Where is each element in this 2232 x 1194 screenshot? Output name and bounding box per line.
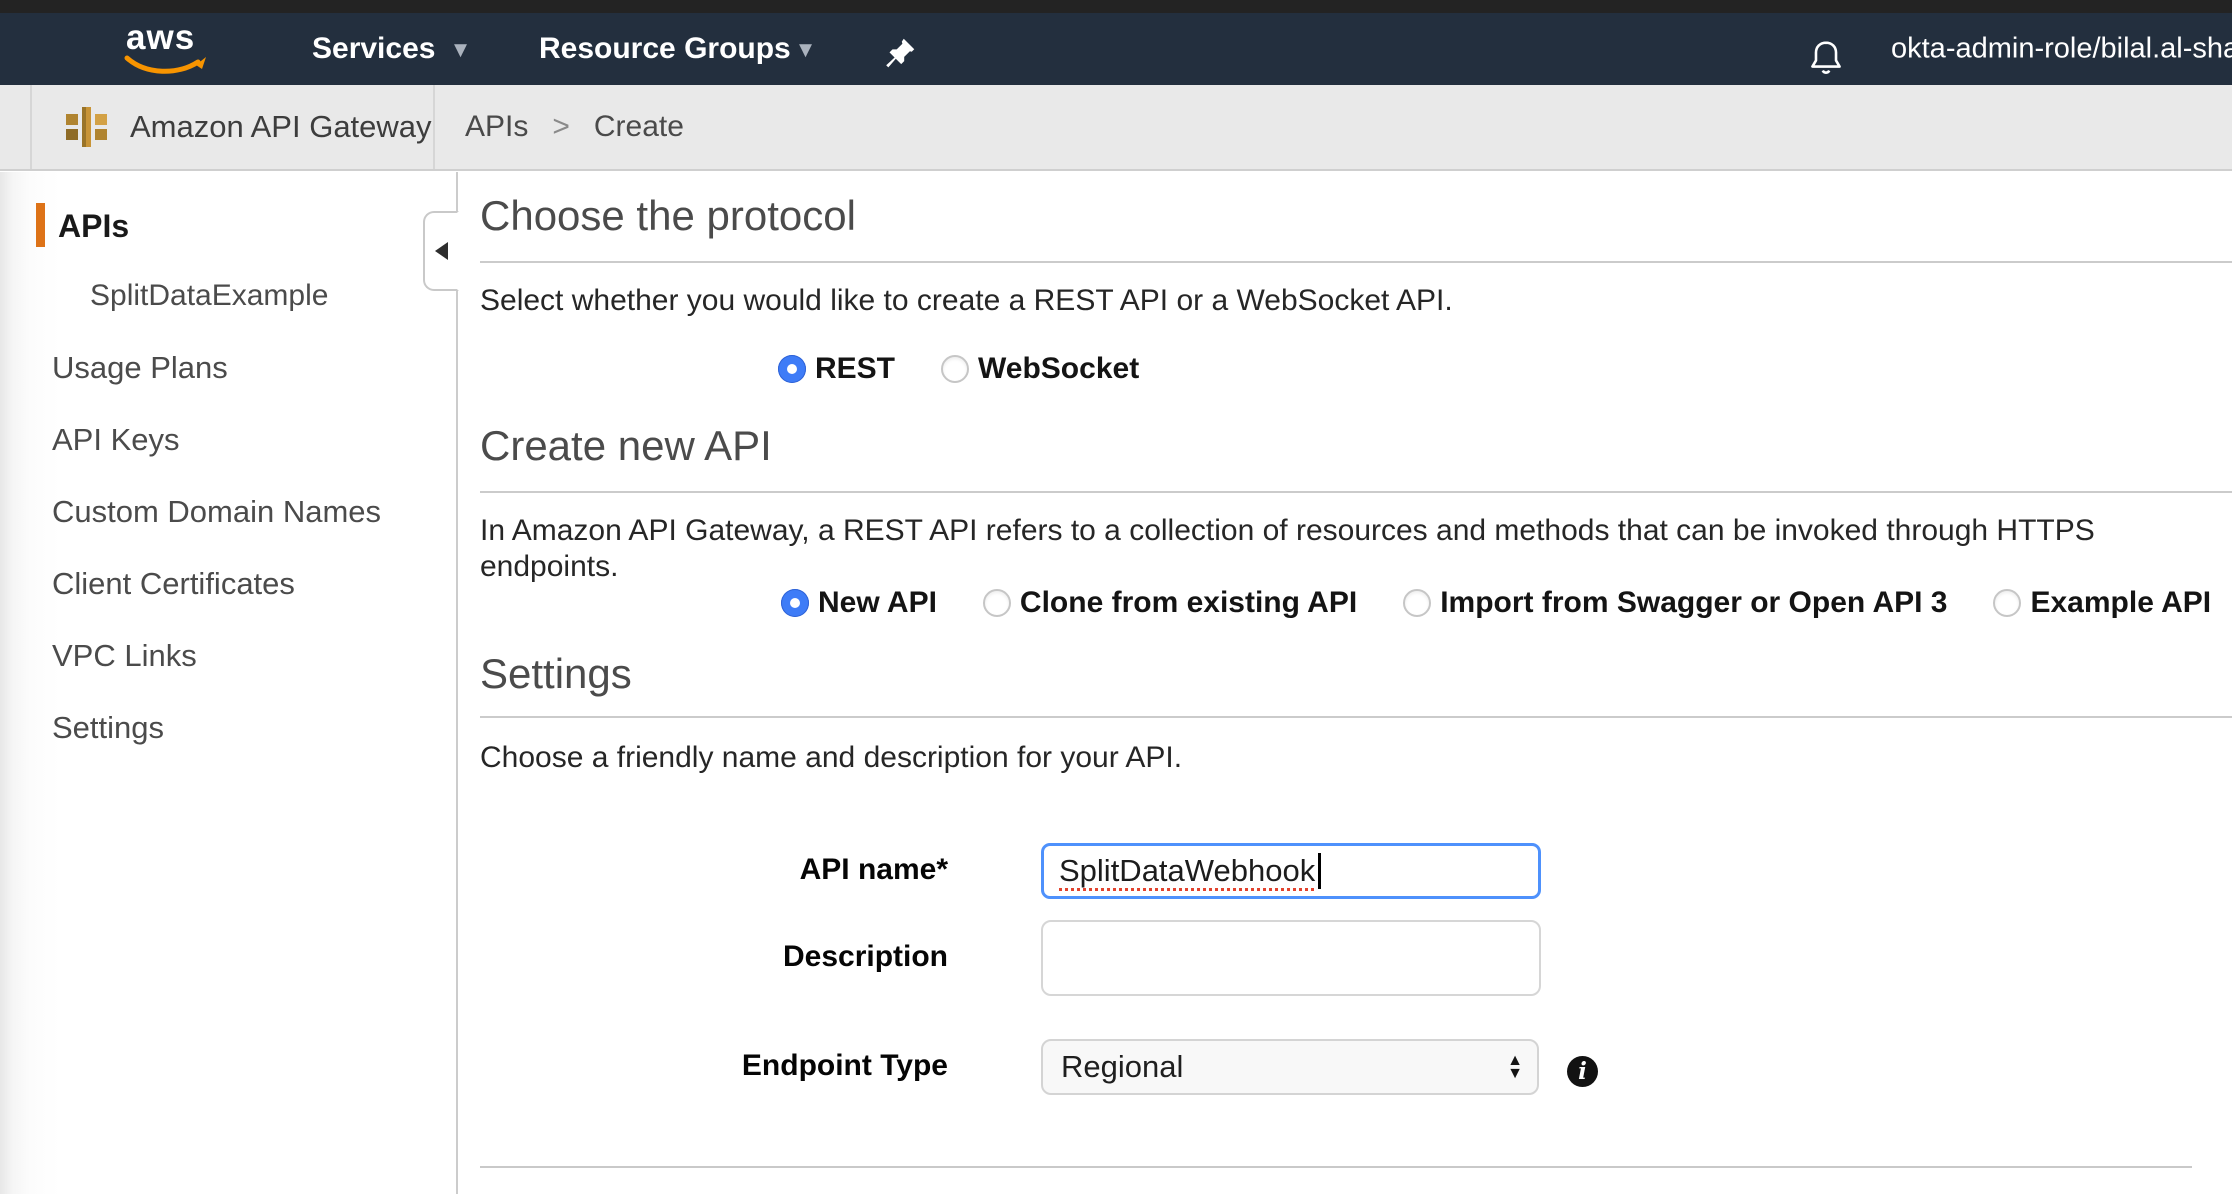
radio-option-websocket[interactable]: WebSocket bbox=[941, 352, 1139, 386]
section-title-protocol: Choose the protocol bbox=[480, 192, 856, 240]
endpoint-type-label: Endpoint Type bbox=[480, 1049, 948, 1083]
text-cursor bbox=[1318, 853, 1321, 889]
radio-clone[interactable] bbox=[983, 589, 1011, 617]
section-title-settings: Settings bbox=[480, 650, 632, 698]
breadcrumb: APIs > Create bbox=[465, 110, 684, 144]
breadcrumb-create: Create bbox=[594, 110, 684, 144]
radio-example-api[interactable] bbox=[1993, 589, 2021, 617]
aws-logo[interactable]: aws bbox=[122, 21, 212, 84]
create-description: In Amazon API Gateway, a REST API refers… bbox=[480, 513, 2232, 585]
settings-description: Choose a friendly name and description f… bbox=[480, 740, 1182, 776]
api-name-label: API name* bbox=[480, 853, 948, 887]
breadcrumb-apis[interactable]: APIs bbox=[465, 110, 528, 144]
account-role-name[interactable]: okta-admin-role/bilal.al-sha bbox=[1891, 33, 2232, 66]
api-gateway-icon bbox=[62, 103, 110, 156]
section-title-create-new-api: Create new API bbox=[480, 422, 772, 470]
services-menu[interactable]: Services bbox=[312, 32, 435, 66]
aws-top-navbar: aws Services ▾ Resource Groups ▾ okta-ad… bbox=[0, 13, 2232, 85]
radio-option-rest[interactable]: REST bbox=[778, 352, 895, 386]
radio-label-clone: Clone from existing API bbox=[1020, 586, 1357, 620]
description-label: Description bbox=[480, 940, 948, 974]
divider bbox=[480, 491, 2232, 493]
divider bbox=[480, 1166, 2192, 1168]
select-stepper-icon: ▲▼ bbox=[1507, 1054, 1523, 1080]
api-name-value: SplitDataWebhook bbox=[1059, 853, 1315, 889]
radio-rest[interactable] bbox=[778, 355, 806, 383]
radio-new-api[interactable] bbox=[781, 589, 809, 617]
radio-label-new-api: New API bbox=[818, 586, 937, 620]
divider bbox=[30, 85, 32, 169]
chevron-left-icon bbox=[435, 242, 448, 260]
radio-option-example-api[interactable]: Example API bbox=[1993, 586, 2211, 620]
sidebar-item-apis[interactable]: APIs bbox=[58, 208, 129, 244]
pin-icon[interactable] bbox=[882, 35, 918, 76]
endpoint-type-value: Regional bbox=[1061, 1049, 1183, 1085]
divider bbox=[480, 716, 2232, 718]
radio-label-websocket: WebSocket bbox=[978, 352, 1139, 386]
collapse-sidebar-button[interactable] bbox=[423, 211, 459, 291]
divider bbox=[433, 85, 435, 169]
protocol-radio-group: REST WebSocket bbox=[778, 352, 1139, 386]
endpoint-type-select[interactable]: Regional ▲▼ bbox=[1041, 1039, 1539, 1095]
sidebar-item-custom-domain-names[interactable]: Custom Domain Names bbox=[52, 494, 381, 530]
radio-label-import-swagger: Import from Swagger or Open API 3 bbox=[1440, 586, 1947, 620]
notifications-bell-icon[interactable] bbox=[1806, 37, 1846, 84]
info-icon[interactable]: i bbox=[1567, 1056, 1598, 1087]
aws-smile-icon bbox=[122, 55, 208, 79]
sidebar-item-settings[interactable]: Settings bbox=[52, 710, 164, 746]
active-item-accent-bar bbox=[36, 203, 45, 247]
resource-groups-menu[interactable]: Resource Groups bbox=[539, 32, 791, 66]
radio-websocket[interactable] bbox=[941, 355, 969, 383]
sidebar-item-splitdataexample[interactable]: SplitDataExample bbox=[90, 278, 328, 314]
sidebar: APIs SplitDataExample Usage Plans API Ke… bbox=[0, 172, 458, 1194]
radio-option-clone[interactable]: Clone from existing API bbox=[983, 586, 1357, 620]
protocol-description: Select whether you would like to create … bbox=[480, 283, 1453, 319]
window-top-strip bbox=[0, 0, 2232, 13]
sidebar-item-api-keys[interactable]: API Keys bbox=[52, 422, 180, 458]
service-bar: Amazon API Gateway APIs > Create bbox=[0, 85, 2232, 171]
api-name-input[interactable]: SplitDataWebhook bbox=[1041, 843, 1541, 899]
service-title[interactable]: Amazon API Gateway bbox=[130, 109, 432, 145]
divider bbox=[480, 261, 2232, 263]
chevron-down-icon: ▾ bbox=[799, 34, 812, 65]
sidebar-item-client-certificates[interactable]: Client Certificates bbox=[52, 566, 295, 602]
radio-option-new-api[interactable]: New API bbox=[781, 586, 937, 620]
sidebar-item-usage-plans[interactable]: Usage Plans bbox=[52, 350, 228, 386]
radio-label-example-api: Example API bbox=[2030, 586, 2211, 620]
chevron-down-icon: ▾ bbox=[454, 34, 467, 65]
sidebar-item-vpc-links[interactable]: VPC Links bbox=[52, 638, 197, 674]
aws-logo-text: aws bbox=[122, 21, 212, 55]
radio-import-swagger[interactable] bbox=[1403, 589, 1431, 617]
radio-label-rest: REST bbox=[815, 352, 895, 386]
radio-option-import-swagger[interactable]: Import from Swagger or Open API 3 bbox=[1403, 586, 1947, 620]
create-radio-group: New API Clone from existing API Import f… bbox=[781, 586, 2211, 620]
description-input[interactable] bbox=[1041, 920, 1541, 996]
breadcrumb-separator: > bbox=[552, 110, 570, 144]
